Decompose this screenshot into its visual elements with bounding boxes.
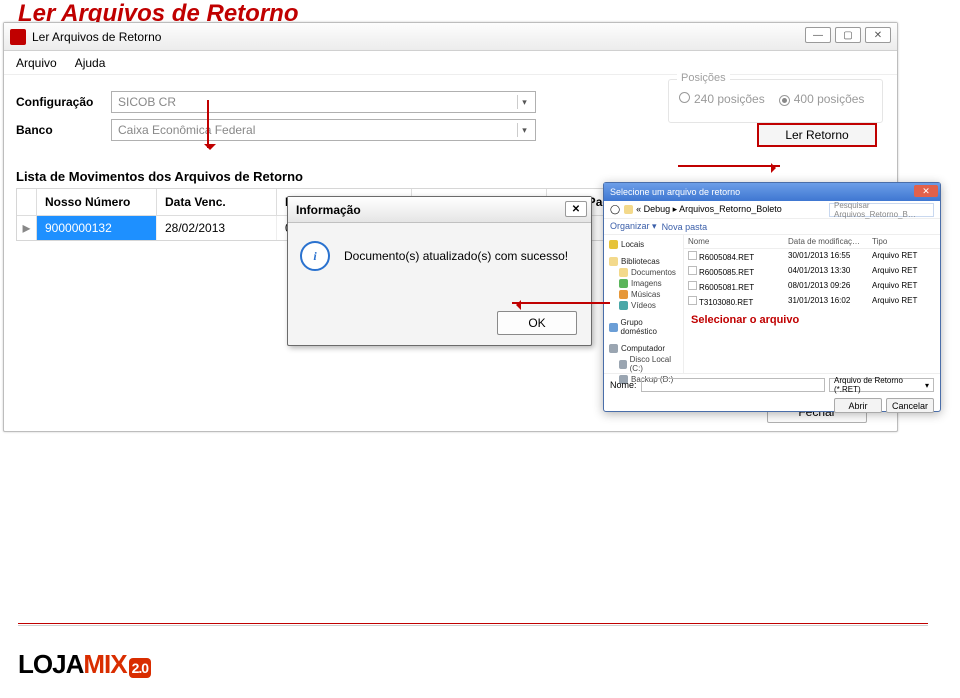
sidebar-item[interactable]: Locais [609,240,678,249]
annotation-selectfile: Selecionar o arquivo [691,314,799,326]
folder-icon [609,257,618,266]
info-dialog: Informação ✕ i Documento(s) atualizado(s… [287,196,592,346]
arrow-annotation-icon [207,100,209,148]
chevron-down-icon: ▾ [517,123,531,137]
grid-header-cell: Data Venc. [157,189,277,215]
cancel-button[interactable]: Cancelar [886,398,934,413]
breadcrumb[interactable]: « Debug ▸ Arquivos_Retorno_Boleto [636,204,782,215]
banco-value: Caixa Econômica Federal [118,123,255,137]
sidebar-item[interactable]: Músicas [609,290,678,299]
config-combo[interactable]: SICOB CR ▾ [111,91,536,113]
banco-label: Banco [16,123,111,137]
close-button[interactable]: ✕ [565,201,587,217]
list-item[interactable]: R6005081.RET08/01/2013 09:26Arquivo RET [684,279,940,294]
close-button[interactable]: ✕ [865,27,891,43]
info-message: Documento(s) atualizado(s) com sucesso! [344,249,568,263]
back-button[interactable]: ◯ [610,204,620,215]
ler-retorno-button[interactable]: Ler Retorno [757,123,877,147]
footer-divider [18,623,928,624]
posicoes-group: Posições 240 posições 400 posições [668,79,883,123]
sidebar-item[interactable]: Disco Local (C:) [609,355,678,373]
new-folder-button[interactable]: Nova pasta [662,222,708,232]
window-controls: — ▢ ✕ [805,27,891,43]
open-button[interactable]: Abrir [834,398,882,413]
file-dialog-toolbar: Organizar ▾ Nova pasta [604,219,940,235]
row-marker-icon: ▸ [17,216,37,240]
sidebar-item[interactable]: Vídeos [609,301,678,310]
col-header[interactable]: Tipo [868,235,928,248]
homegroup-icon [609,323,618,332]
sidebar-item[interactable]: Imagens [609,279,678,288]
maximize-button[interactable]: ▢ [835,27,861,43]
file-icon [688,296,697,305]
computer-icon [609,344,618,353]
col-header[interactable]: Data de modificaç… [784,235,868,248]
col-header[interactable]: Nome [684,235,784,248]
file-dialog-title: Selecione um arquivo de retorno ✕ [604,183,940,201]
star-icon [609,240,618,249]
menu-ajuda[interactable]: Ajuda [75,56,106,70]
info-dialog-title: Informação ✕ [288,197,591,223]
config-label: Configuração [16,95,111,109]
info-icon: i [300,241,330,271]
banco-combo[interactable]: Caixa Econômica Federal ▾ [111,119,536,141]
config-value: SICOB CR [118,95,176,109]
file-icon [688,266,697,275]
file-list: Nome Data de modificaç… Tipo R6005084.RE… [684,235,940,373]
close-button[interactable]: ✕ [914,185,938,197]
menu-arquivo[interactable]: Arquivo [16,56,57,70]
arrow-annotation-icon [512,302,610,304]
file-dialog-sidebar: Locais Bibliotecas Documentos Imagens Mú… [604,235,684,373]
folder-icon [624,205,633,214]
list-item[interactable]: R6005084.RET30/01/2013 16:55Arquivo RET [684,249,940,264]
sidebar-item[interactable]: Documentos [609,268,678,277]
window-title: Ler Arquivos de Retorno [32,30,161,44]
logo: LOJAMIX2.0 [18,649,151,680]
file-dialog: Selecione um arquivo de retorno ✕ ◯ « De… [603,182,941,412]
window-titlebar: Ler Arquivos de Retorno — ▢ ✕ [4,23,897,51]
file-dialog-path: ◯ « Debug ▸ Arquivos_Retorno_Boleto Pesq… [604,201,940,219]
file-list-header: Nome Data de modificaç… Tipo [684,235,940,249]
grid-cell: 28/02/2013 [157,216,277,240]
menubar: Arquivo Ajuda [4,51,897,75]
list-item[interactable]: R6005085.RET04/01/2013 13:30Arquivo RET [684,264,940,279]
radio-240[interactable]: 240 posições [679,92,765,106]
organize-menu[interactable]: Organizar ▾ [610,221,657,232]
folder-icon [619,268,628,277]
video-icon [619,301,628,310]
search-input[interactable]: Pesquisar Arquivos_Retorno_B… [829,203,934,217]
file-icon [688,281,697,290]
chevron-down-icon: ▾ [517,95,531,109]
filename-input[interactable] [641,378,825,392]
list-item[interactable]: T3103080.RET31/01/2013 16:02Arquivo RET [684,294,940,309]
radio-400[interactable]: 400 posições [779,92,865,106]
filename-label: Nome: [610,380,637,390]
sidebar-item[interactable]: Computador [609,344,678,353]
sidebar-item[interactable]: Bibliotecas [609,257,678,266]
arrow-annotation-icon [678,165,780,167]
footer-divider [18,625,928,626]
grid-cell: 9000000132 [37,216,157,240]
sidebar-item[interactable]: Grupo doméstico [609,318,678,336]
filter-combo[interactable]: Arquivo de Retorno (*.RET)▾ [829,378,934,392]
posicoes-legend: Posições [677,72,730,84]
grid-header-cell: Nosso Número [37,189,157,215]
images-icon [619,279,628,288]
music-icon [619,290,628,299]
drive-icon [619,360,627,369]
file-icon [688,251,697,260]
ok-button[interactable]: OK [497,311,577,335]
minimize-button[interactable]: — [805,27,831,43]
app-icon [10,29,26,45]
